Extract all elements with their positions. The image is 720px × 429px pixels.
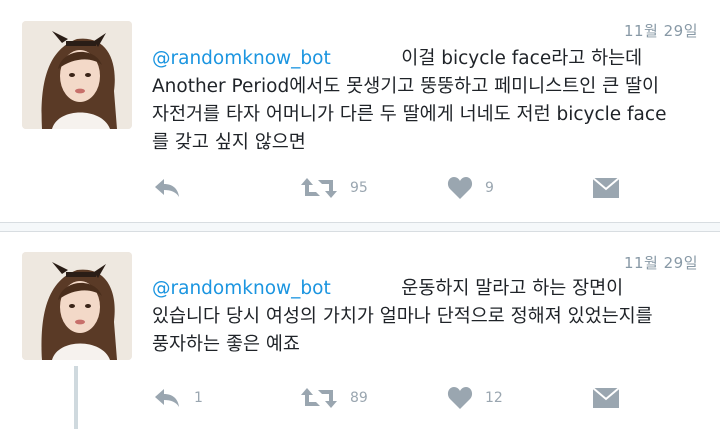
tweet-text: @randomknow_bot 운동하지 말라고 하는 장면이 있습니다 당시 …: [152, 275, 702, 359]
retweet-button[interactable]: 89: [300, 383, 368, 413]
retweet-count: 95: [350, 180, 368, 196]
tweet-1[interactable]: 11월 29일 @randomknow_bot 이걸 bicycle face라…: [0, 0, 720, 221]
tweet-text-line-2: 있습니다 당시 여성의 가치가 얼마나 단적으로 정해져 있었는지를: [152, 306, 653, 327]
avatar-image: [22, 21, 132, 129]
like-count: 12: [485, 390, 503, 406]
tweet-text-line-1: 이걸 bicycle face라고 하는데: [401, 48, 643, 69]
tweet-text-line-4: 를 갖고 싶지 않으면: [152, 132, 306, 153]
direct-message-button[interactable]: [592, 383, 620, 413]
heart-icon: [447, 177, 473, 199]
reply-arrow-icon: [155, 179, 179, 197]
heart-icon: [447, 387, 473, 409]
envelope-icon: [592, 177, 620, 198]
tweet-text-line-2: Another Period에서도 못생기고 뚱뚱하고 페미니스트인 큰 딸이: [152, 76, 660, 97]
tweet-date: 11월 29일: [623, 254, 698, 272]
tweet-date: 11월 29일: [623, 22, 698, 40]
tweet-text-line-1: 운동하지 말라고 하는 장면이: [401, 278, 624, 299]
retweet-button[interactable]: 95: [300, 173, 368, 203]
avatar[interactable]: [22, 252, 132, 360]
reply-count: 1: [194, 390, 203, 406]
retweet-icon: [301, 388, 337, 408]
reply-arrow-icon: [155, 389, 179, 407]
like-button[interactable]: 9: [447, 173, 494, 203]
direct-message-button[interactable]: [592, 173, 620, 203]
tweet-text-line-3: 자전거를 타자 어머니가 다른 두 딸에게 너네도 저런 bicycle fac…: [152, 104, 667, 125]
like-count: 9: [485, 180, 494, 196]
tweet-actions: 95 9: [0, 173, 720, 203]
tweet-text-line-3: 풍자하는 좋은 예죠: [152, 334, 300, 355]
mention-link[interactable]: @randomknow_bot: [152, 278, 331, 299]
tweet-gap: [0, 223, 720, 231]
envelope-icon: [592, 387, 620, 408]
avatar[interactable]: [22, 21, 132, 129]
reply-button[interactable]: 1: [152, 383, 203, 413]
retweet-icon: [301, 178, 337, 198]
mention-link[interactable]: @randomknow_bot: [152, 48, 331, 69]
tweet-2[interactable]: 11월 29일 @randomknow_bot 운동하지 말라고 하는 장면이 …: [0, 232, 720, 429]
retweet-count: 89: [350, 390, 368, 406]
like-button[interactable]: 12: [447, 383, 503, 413]
reply-button[interactable]: [152, 173, 194, 203]
avatar-image: [22, 252, 132, 360]
tweet-actions: 1 89 12: [0, 383, 720, 413]
tweet-text: @randomknow_bot 이걸 bicycle face라고 하는데 An…: [152, 45, 702, 157]
